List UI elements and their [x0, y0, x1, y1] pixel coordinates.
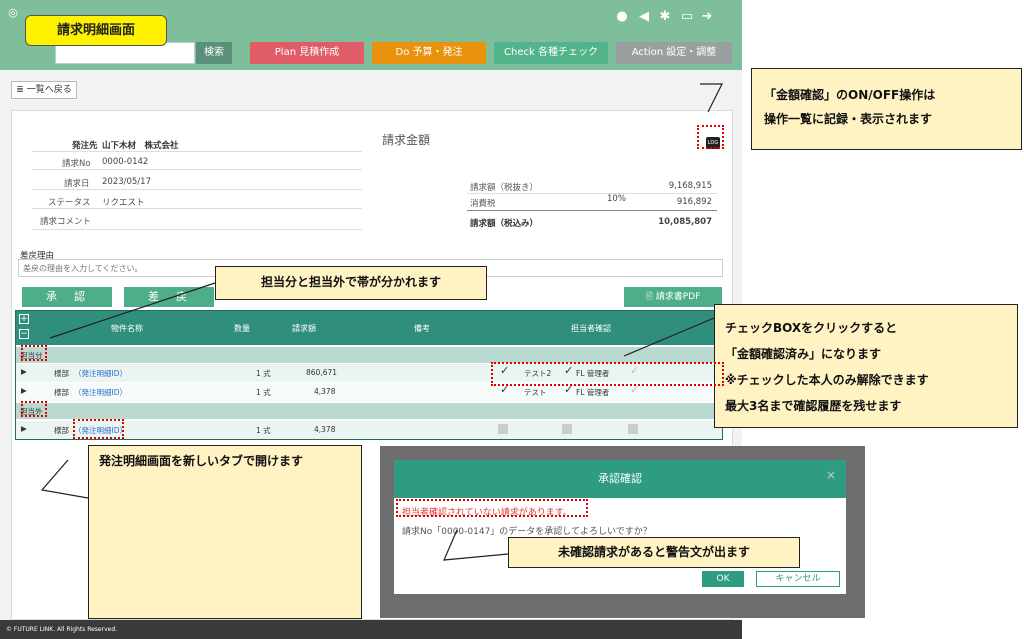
pointer-lines: [40, 83, 723, 561]
